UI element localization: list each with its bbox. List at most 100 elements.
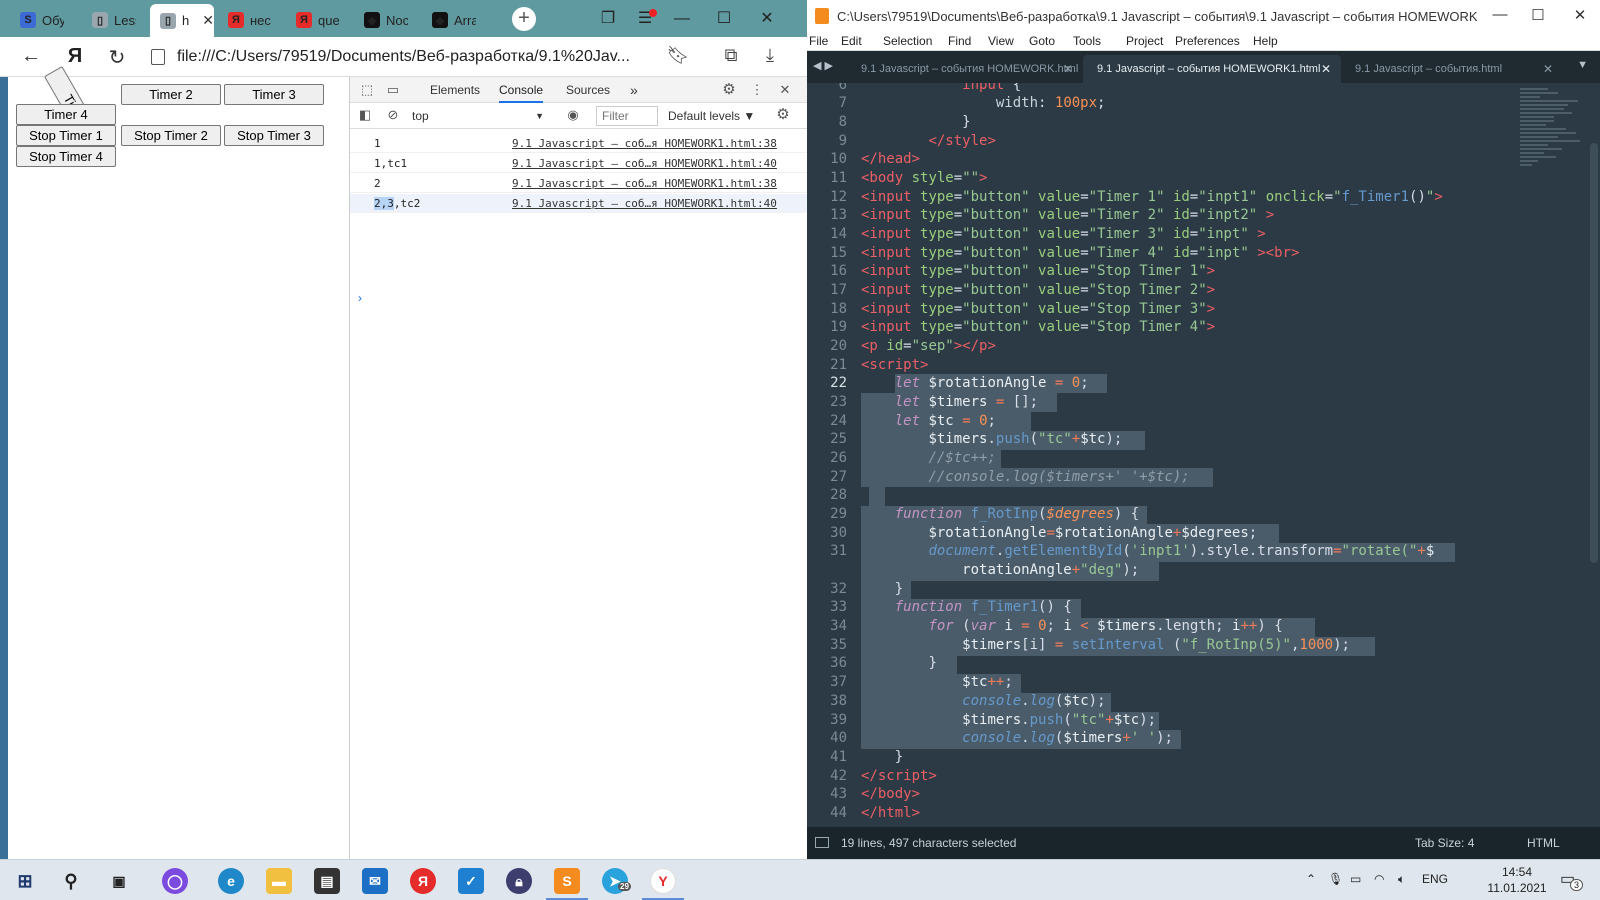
console-row[interactable]: 2 9.1 Javascript – соб…я HOMEWORK1.html:3… xyxy=(350,174,808,193)
back-icon[interactable]: ← xyxy=(18,45,44,68)
console-source-link[interactable]: 9.1 Javascript – соб…я HOMEWORK1.html:38 xyxy=(512,177,777,190)
store-icon[interactable]: ▤ xyxy=(314,868,340,894)
close-icon[interactable]: ✕ xyxy=(1567,6,1593,24)
file-explorer-icon[interactable]: ▬ xyxy=(266,868,292,894)
console-source-link[interactable]: 9.1 Javascript – соб…я HOMEWORK1.html:38 xyxy=(512,137,777,150)
console-source-link[interactable]: 9.1 Javascript – соб…я HOMEWORK1.html:40 xyxy=(512,157,777,170)
edge-icon[interactable]: e xyxy=(218,868,244,894)
menu-help[interactable]: Help xyxy=(1253,34,1278,48)
tab-close-icon[interactable]: ✕ xyxy=(1543,55,1553,83)
settings-gear-icon[interactable]: ⚙ xyxy=(720,81,738,99)
check-app-icon[interactable]: ✓ xyxy=(458,868,484,894)
task-view-icon[interactable]: ▣ xyxy=(106,868,132,894)
console-row[interactable]: 1 9.1 Javascript – соб…я HOMEWORK1.html:3… xyxy=(350,134,808,153)
console-source-link[interactable]: 9.1 Javascript – соб…я HOMEWORK1.html:40 xyxy=(512,197,777,210)
timer-3-button[interactable]: Timer 3 xyxy=(224,84,324,105)
url-field[interactable]: file:///C:/Users/79519/Documents/Веб-раз… xyxy=(145,42,685,72)
yandex-browser-icon[interactable]: Я xyxy=(410,868,436,894)
alice-assistant-icon[interactable]: ◯ xyxy=(162,868,188,894)
browser-tab-0[interactable]: S Обу xyxy=(10,5,74,35)
inspect-icon[interactable]: ⬚ xyxy=(358,81,376,99)
editor-tab-1[interactable]: 9.1 Javascript – события HOMEWORK1.html ✕ xyxy=(1083,55,1341,83)
tab-close-icon[interactable]: ✕ xyxy=(1321,55,1331,83)
tab-elements[interactable]: Elements xyxy=(430,77,480,103)
tab-close-icon[interactable]: ✕ xyxy=(202,12,214,29)
notifications-icon[interactable]: ▭ 3 xyxy=(1560,869,1584,891)
menu-project[interactable]: Project xyxy=(1126,34,1163,48)
tab-list-dropdown-icon[interactable]: ▼ xyxy=(1577,59,1588,71)
show-hidden-icons-icon[interactable]: ⌃ xyxy=(1306,872,1316,886)
clear-console-icon[interactable]: ⊘ xyxy=(384,106,402,124)
editor-tab-0[interactable]: 9.1 Javascript – события HOMEWORK.html ✕ xyxy=(847,55,1083,83)
menu-goto[interactable]: Goto xyxy=(1029,34,1055,48)
close-icon[interactable]: ✕ xyxy=(753,6,781,32)
minimap[interactable] xyxy=(1518,85,1588,175)
search-icon[interactable]: ⚲ xyxy=(58,868,84,894)
console-row[interactable]: 1,tc1 9.1 Javascript – соб…я HOMEWORK1.ht… xyxy=(350,154,808,173)
new-tab-button[interactable]: + xyxy=(512,7,536,31)
yandex-logo-icon[interactable]: Я xyxy=(62,45,88,68)
protect-icon[interactable]: ⧉ xyxy=(718,45,744,66)
more-options-icon[interactable]: ⋮ xyxy=(748,81,766,99)
clock[interactable]: 14:54 11.01.2021 xyxy=(1480,864,1554,896)
vpn-lock-icon[interactable]: 🔒︎ xyxy=(506,868,532,894)
eye-icon[interactable]: ◉ xyxy=(564,106,582,124)
browser-tab-5[interactable]: ◆ Noc xyxy=(354,5,418,35)
tab-close-icon[interactable]: ✕ xyxy=(1063,55,1073,83)
context-select[interactable]: top ▼ xyxy=(412,106,548,126)
editor-tab-2[interactable]: 9.1 Javascript – события.html ✕ xyxy=(1341,55,1563,83)
filter-input[interactable] xyxy=(596,106,658,126)
browser-tab-4[interactable]: Яque xyxy=(286,5,350,35)
stop-timer-2-button[interactable]: Stop Timer 2 xyxy=(121,125,221,146)
panel-toggle-icon[interactable] xyxy=(815,837,829,848)
log-levels-select[interactable]: Default levels ▼ xyxy=(668,106,764,126)
maximize-icon[interactable]: ☐ xyxy=(710,6,738,32)
timer-2-button[interactable]: Timer 2 xyxy=(121,84,221,105)
menu-edit[interactable]: Edit xyxy=(841,34,862,48)
more-tabs-icon[interactable]: » xyxy=(630,77,638,103)
console-settings-icon[interactable]: ⚙ xyxy=(774,106,792,124)
syntax-status[interactable]: HTML xyxy=(1527,836,1560,850)
browser-tab-6[interactable]: ◆ Arra xyxy=(422,5,486,35)
sidebar-toggle-icon[interactable]: ◧ xyxy=(356,106,374,124)
microphone-icon[interactable]: 🎙︎ xyxy=(1328,872,1343,886)
menu-view[interactable]: View xyxy=(988,34,1014,48)
console-prompt[interactable]: › xyxy=(358,291,362,305)
stop-timer-4-button[interactable]: Stop Timer 4 xyxy=(16,146,116,167)
wifi-icon[interactable]: ◠ xyxy=(1374,872,1384,886)
stop-timer-1-button[interactable]: Stop Timer 1 xyxy=(16,125,116,146)
tab-scroll-arrows-icon[interactable]: ◀ ▶ xyxy=(813,59,833,72)
yandex-icon[interactable]: Y xyxy=(650,868,676,894)
menu-file[interactable]: File xyxy=(809,34,828,48)
language-indicator[interactable]: ENG xyxy=(1422,872,1448,886)
tab-size-status[interactable]: Tab Size: 4 xyxy=(1415,836,1474,850)
browser-tab-2[interactable]: ▯ h ✕ xyxy=(150,4,214,37)
devtools-close-icon[interactable]: ✕ xyxy=(776,81,794,99)
volume-icon[interactable]: 🔈︎ xyxy=(1398,872,1405,887)
timer-4-button[interactable]: Timer 4 xyxy=(16,104,116,125)
minimize-icon[interactable]: — xyxy=(668,6,696,32)
menu-selection[interactable]: Selection xyxy=(883,34,932,48)
menu-tools[interactable]: Tools xyxy=(1073,34,1101,48)
windows-start-icon[interactable]: ⊞ xyxy=(12,868,38,894)
menu-find[interactable]: Find xyxy=(948,34,971,48)
stop-timer-3-button[interactable]: Stop Timer 3 xyxy=(224,125,324,146)
menu-icon[interactable]: ☰ xyxy=(631,6,659,32)
tab-collection-icon[interactable]: ❐ xyxy=(594,6,622,32)
maximize-icon[interactable]: ☐ xyxy=(1525,6,1551,24)
reload-icon[interactable]: ↻ xyxy=(104,45,130,70)
editor-scrollbar[interactable] xyxy=(1590,143,1598,563)
browser-tab-1[interactable]: ▯ Less xyxy=(82,5,146,35)
device-toolbar-icon[interactable]: ▭ xyxy=(384,81,402,99)
bookmark-icon[interactable]: 🔖︎ xyxy=(665,45,691,66)
menu-preferences[interactable]: Preferences xyxy=(1175,34,1240,48)
battery-icon[interactable]: ▭ xyxy=(1350,872,1361,886)
sublime-taskbar-icon[interactable]: S xyxy=(554,868,580,894)
tab-sources[interactable]: Sources xyxy=(566,77,610,103)
download-icon[interactable]: ⤓ xyxy=(757,45,783,66)
telegram-icon[interactable]: ➤ 29 xyxy=(602,868,631,894)
code-editor[interactable]: 6 7 8 9 10 11 12 13 14 15 16 17 18 19 20 21 22 23 24 25 26 27… xyxy=(807,83,1600,827)
tab-console[interactable]: Console xyxy=(499,77,544,103)
minimize-icon[interactable]: — xyxy=(1487,6,1513,23)
browser-tab-3[interactable]: Янес xyxy=(218,5,282,35)
